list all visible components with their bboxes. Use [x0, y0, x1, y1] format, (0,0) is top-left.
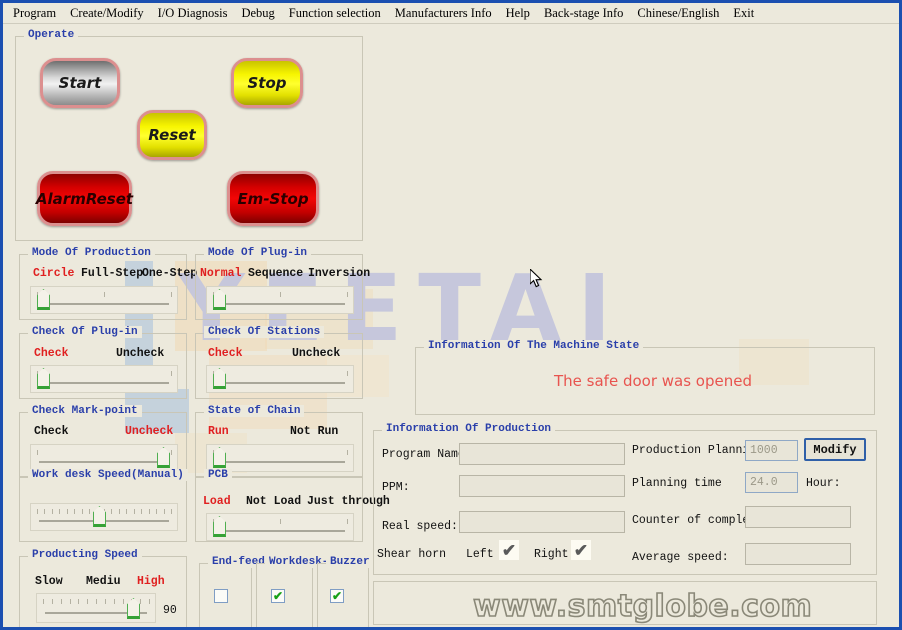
em-stop-button[interactable]: Em-Stop — [227, 171, 319, 226]
check-plugin-option-uncheck[interactable]: Uncheck — [116, 347, 164, 360]
producting-speed-value: 90 — [163, 604, 177, 617]
check-stations-slider[interactable] — [206, 365, 354, 393]
buzzer-checkbox[interactable]: ✔ — [330, 589, 344, 603]
producting-speed-legend: Producting Speed — [28, 549, 142, 561]
state-of-chain-legend: State of Chain — [204, 405, 305, 417]
planning-time-label: Planning time — [632, 477, 722, 490]
check-markpoint-option-check[interactable]: Check — [34, 425, 69, 438]
slider-track — [215, 303, 345, 305]
production-planning-input[interactable]: 1000 — [745, 440, 798, 461]
slider-track — [39, 461, 169, 463]
slider-ticks — [37, 450, 172, 456]
slider-ticks — [213, 371, 348, 377]
shear-horn-right-checkmark[interactable]: ✔ — [571, 540, 591, 560]
menu-item-back-stage-info[interactable]: Back-stage Info — [537, 5, 630, 22]
slider-track — [39, 303, 169, 305]
shear-horn-label: Shear horn — [377, 548, 447, 561]
slider-track — [215, 461, 345, 463]
application-window: YEETAI Program Create/Modify I/O Diagnos… — [0, 0, 902, 630]
ppm-input[interactable] — [459, 475, 625, 497]
footer-panel — [373, 581, 877, 625]
menu-bar: Program Create/Modify I/O Diagnosis Debu… — [3, 3, 899, 24]
stop-button[interactable]: Stop — [231, 58, 303, 108]
counter-of-complete-input[interactable] — [745, 506, 851, 528]
check-plugin-option-check[interactable]: Check — [34, 347, 69, 360]
menu-item-exit[interactable]: Exit — [726, 5, 761, 22]
slider-track — [215, 530, 345, 532]
machine-state-legend: Information Of The Machine State — [424, 340, 644, 352]
shear-horn-left-checkmark[interactable]: ✔ — [499, 540, 519, 560]
slider-ticks — [213, 292, 348, 298]
planning-time-unit-label: Hour: — [806, 477, 841, 490]
mode-plugin-option-sequence[interactable]: Sequence — [248, 267, 303, 280]
modify-button[interactable]: Modify — [804, 438, 866, 461]
alarm-reset-button[interactable]: AlarmReset — [36, 171, 133, 226]
reset-button[interactable]: Reset — [137, 110, 207, 160]
pcb-option-load[interactable]: Load — [203, 495, 231, 508]
producting-speed-option-high[interactable]: High — [137, 575, 165, 588]
real-speed-input[interactable] — [459, 511, 625, 533]
average-speed-input[interactable] — [745, 543, 851, 565]
slider-track — [215, 382, 345, 384]
producting-speed-option-medium[interactable]: Mediu — [86, 575, 121, 588]
slider-ticks — [213, 519, 348, 525]
mode-plugin-slider[interactable] — [206, 286, 354, 314]
slider-ticks — [37, 292, 172, 298]
mode-production-option-one-step[interactable]: One-Step — [142, 267, 197, 280]
mode-plugin-option-inversion[interactable]: Inversion — [308, 267, 370, 280]
mode-production-slider[interactable] — [30, 286, 178, 314]
shear-horn-right-label: Right — [534, 548, 569, 561]
mode-production-option-full-step[interactable]: Full-Step — [81, 267, 143, 280]
check-stations-option-uncheck[interactable]: Uncheck — [292, 347, 340, 360]
menu-item-function-selection[interactable]: Function selection — [282, 5, 388, 22]
average-speed-label: Average speed: — [632, 551, 729, 564]
menu-item-create-modify[interactable]: Create/Modify — [63, 5, 151, 22]
work-desk-speed-slider[interactable] — [30, 503, 178, 531]
check-of-plugin-legend: Check Of Plug-in — [28, 326, 142, 338]
end-feed-checkbox[interactable] — [214, 589, 228, 603]
check-stations-option-check[interactable]: Check — [208, 347, 243, 360]
workdesk-lev-checkbox[interactable]: ✔ — [271, 589, 285, 603]
production-info-legend: Information Of Production — [382, 423, 556, 435]
planning-time-input[interactable]: 24.0 — [745, 472, 798, 493]
slider-ticks — [37, 371, 172, 377]
menu-item-debug[interactable]: Debug — [234, 5, 281, 22]
menu-item-chinese-english[interactable]: Chinese/English — [630, 5, 726, 22]
menu-item-program[interactable]: Program — [6, 5, 63, 22]
machine-state-message: The safe door was opened — [554, 372, 752, 390]
pcb-slider[interactable] — [206, 513, 354, 541]
producting-speed-slider[interactable] — [36, 593, 156, 623]
slider-track — [39, 382, 169, 384]
operate-panel-legend: Operate — [24, 29, 79, 41]
production-planning-label: Production Planning — [632, 444, 764, 457]
mode-of-production-legend: Mode Of Production — [28, 247, 155, 259]
mode-of-plugin-legend: Mode Of Plug-in — [204, 247, 312, 259]
producting-speed-option-slow[interactable]: Slow — [35, 575, 63, 588]
state-chain-slider[interactable] — [206, 444, 354, 472]
menu-item-manufacturers-info[interactable]: Manufacturers Info — [388, 5, 499, 22]
mouse-cursor — [530, 269, 543, 288]
program-name-input[interactable] — [459, 443, 625, 465]
real-speed-label: Real speed: — [382, 520, 458, 533]
check-of-stations-legend: Check Of Stations — [204, 326, 325, 338]
pcb-legend: PCB — [204, 469, 232, 481]
buzzer-legend: Buzzer — [326, 556, 374, 568]
start-button[interactable]: Start — [40, 58, 120, 108]
ppm-label: PPM: — [382, 481, 410, 494]
state-chain-option-not-run[interactable]: Not Run — [290, 425, 338, 438]
check-markpoint-slider[interactable] — [30, 444, 178, 472]
mode-production-option-circle[interactable]: Circle — [33, 267, 74, 280]
state-chain-option-run[interactable]: Run — [208, 425, 229, 438]
pcb-option-not-load[interactable]: Not Load — [246, 495, 301, 508]
work-desk-speed-legend: Work desk Speed(Manual) — [28, 469, 188, 481]
menu-item-help[interactable]: Help — [499, 5, 537, 22]
check-mark-point-legend: Check Mark-point — [28, 405, 142, 417]
check-markpoint-option-uncheck[interactable]: Uncheck — [125, 425, 173, 438]
slider-ticks — [213, 450, 348, 456]
shear-horn-left-label: Left — [466, 548, 494, 561]
check-plugin-slider[interactable] — [30, 365, 178, 393]
mode-plugin-option-normal[interactable]: Normal — [200, 267, 241, 280]
menu-item-io-diagnosis[interactable]: I/O Diagnosis — [151, 5, 235, 22]
